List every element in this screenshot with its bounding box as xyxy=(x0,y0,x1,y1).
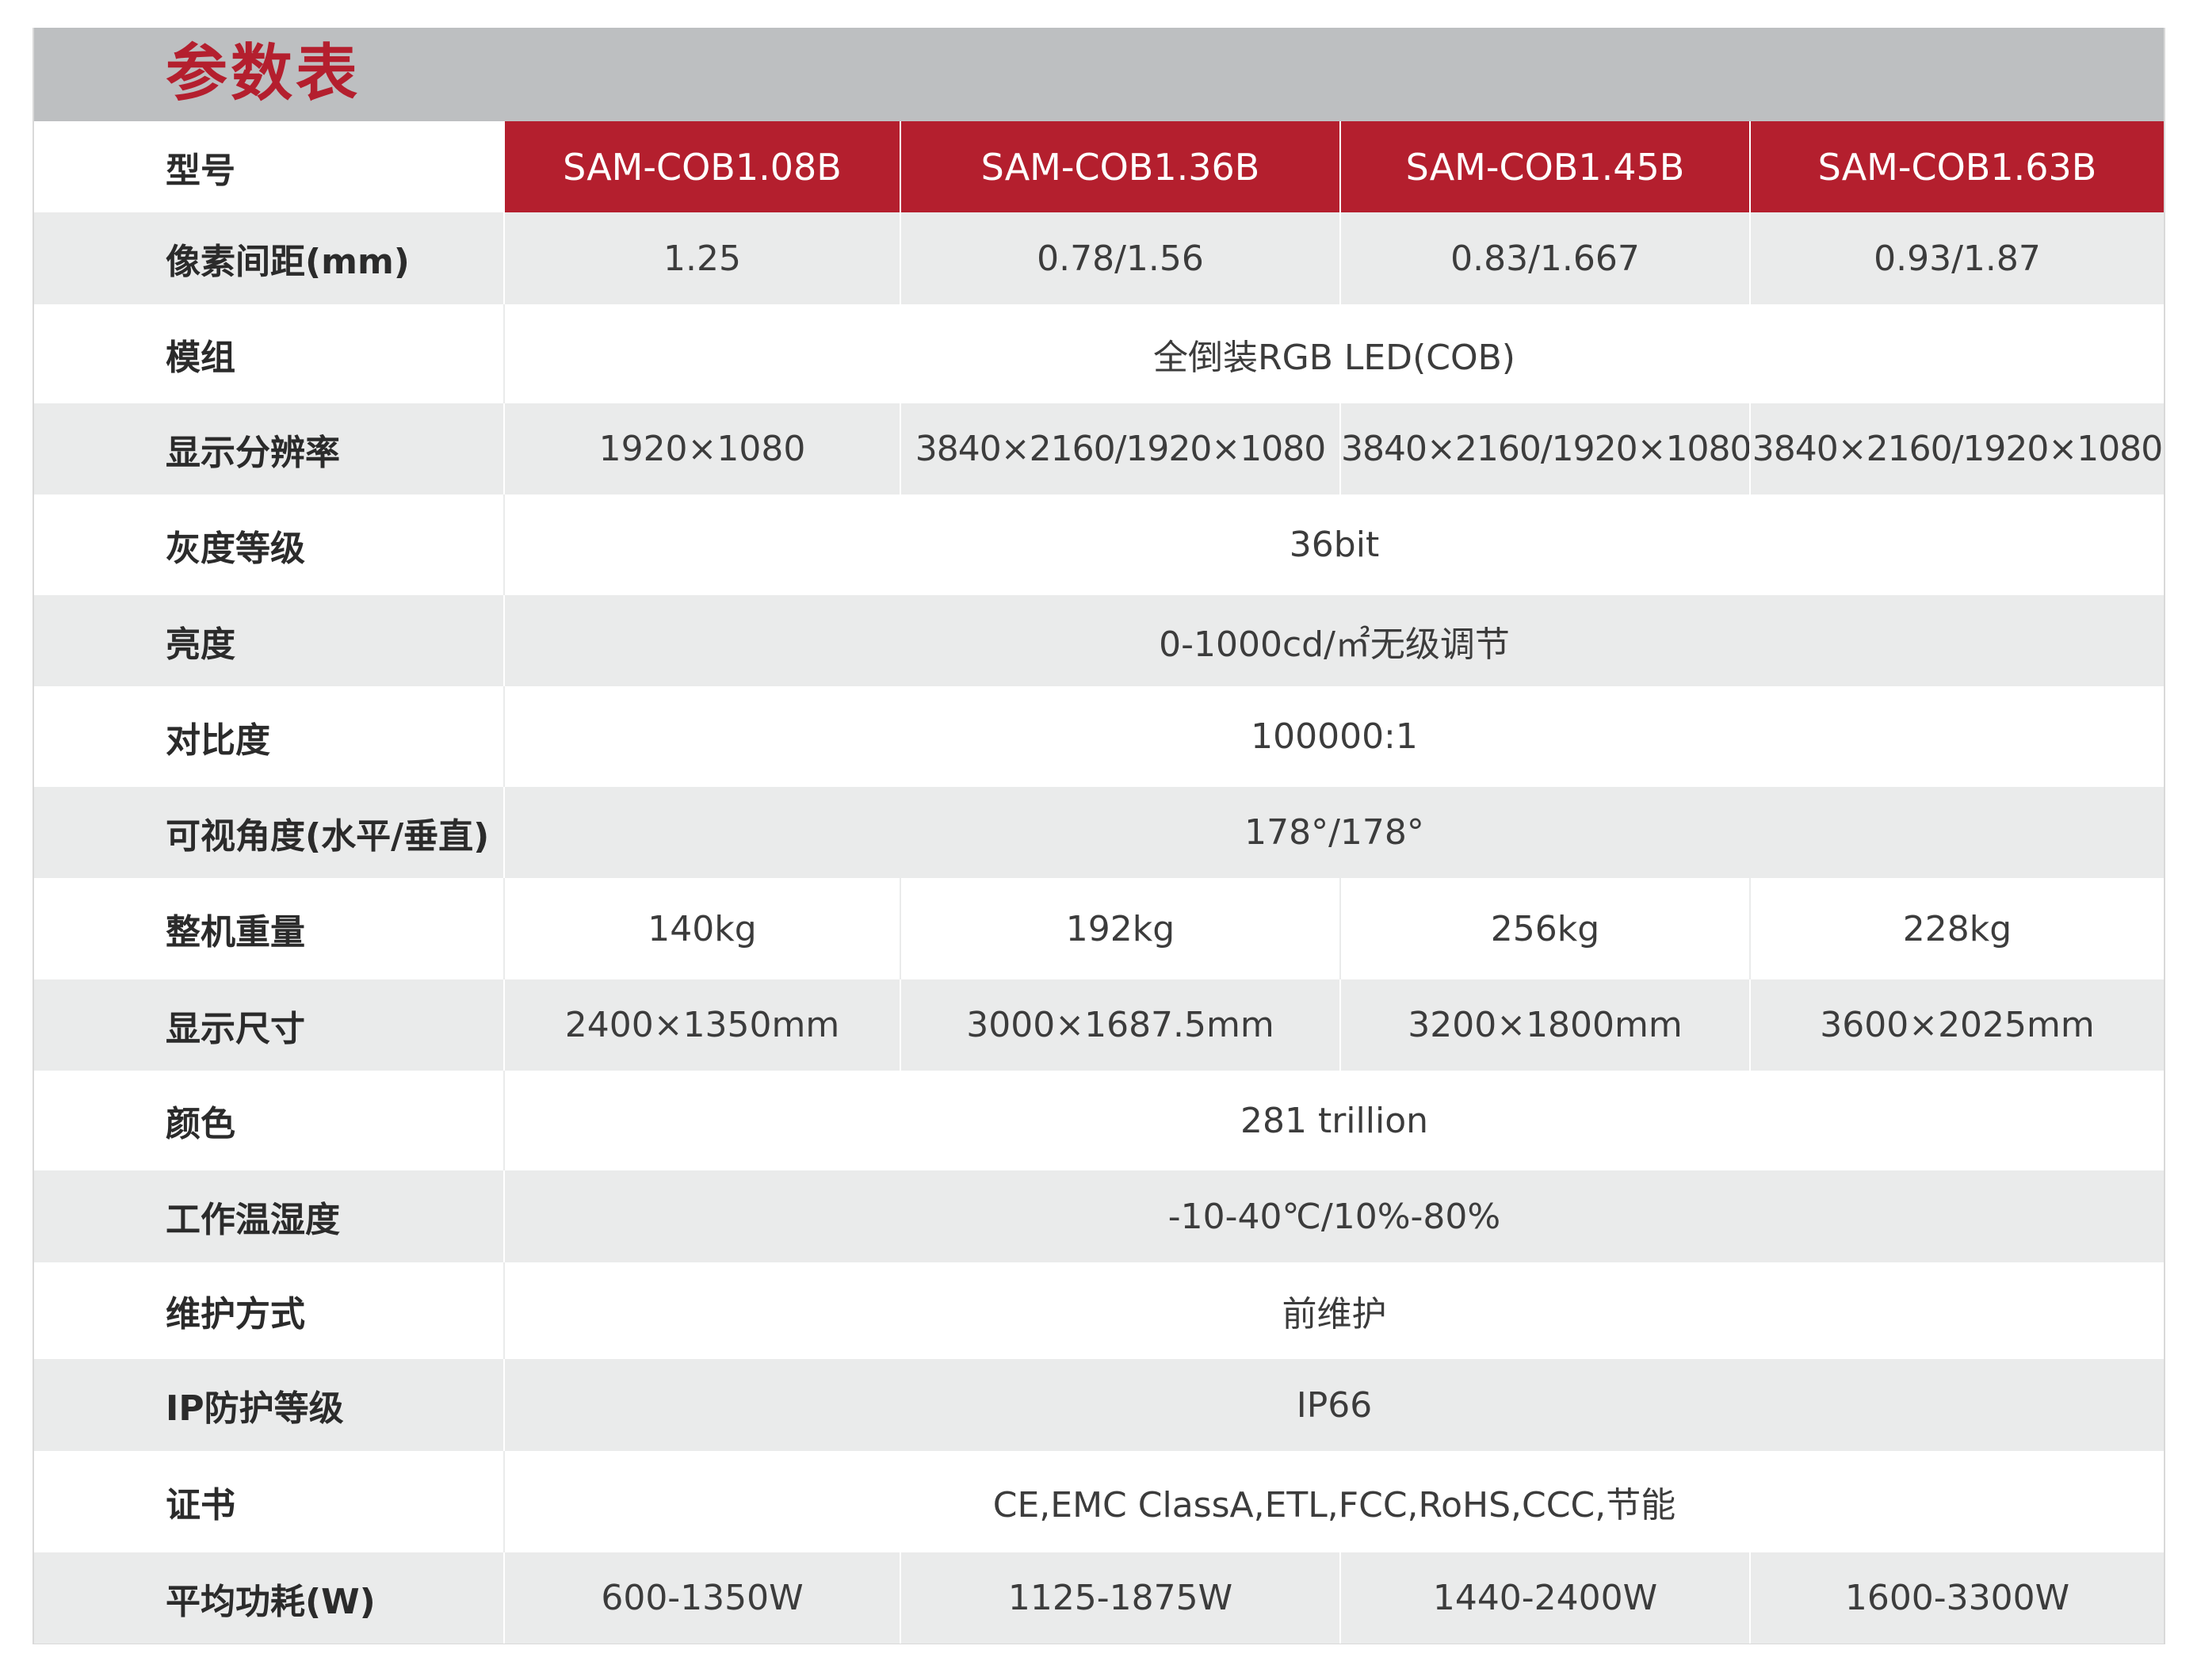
model-4: SAM-COB1.63B xyxy=(1749,121,2164,212)
table-row-maintenance: 维护方式 前维护 xyxy=(34,1262,2164,1359)
row-label: 维护方式 xyxy=(34,1262,504,1359)
table-row-grayscale: 灰度等级 36bit xyxy=(34,494,2164,595)
cell-value: 1920×1080 xyxy=(503,403,900,494)
row-label: 颜色 xyxy=(34,1071,504,1170)
model-1: SAM-COB1.08B xyxy=(503,121,900,212)
table-row-brightness: 亮度 0-1000cd/㎡无级调节 xyxy=(34,595,2164,686)
row-label: 对比度 xyxy=(34,686,504,787)
spec-sheet: 参数表 型号 SAM-COB1.08B SAM-COB1.36B SAM-COB… xyxy=(32,28,2165,1644)
cell-value: 全倒装RGB LED(COB) xyxy=(503,304,2164,403)
cell-value: 0.83/1.667 xyxy=(1339,212,1750,304)
table-row-power: 平均功耗(W) 600-1350W 1125-1875W 1440-2400W … xyxy=(34,1552,2164,1644)
cell-value: 0.93/1.87 xyxy=(1749,212,2164,304)
cell-value: 3840×2160/1920×1080 xyxy=(1339,403,1750,494)
cell-value: 2400×1350mm xyxy=(503,979,900,1071)
cell-value: 36bit xyxy=(503,494,2164,595)
cell-value: IP66 xyxy=(503,1359,2164,1451)
row-label: 灰度等级 xyxy=(34,494,504,595)
cell-value: 140kg xyxy=(503,878,900,979)
cell-value: 1.25 xyxy=(503,212,900,304)
cell-value: -10-40℃/10%-80% xyxy=(503,1170,2164,1262)
table-row-viewing-angle: 可视角度(水平/垂直) 178°/178° xyxy=(34,787,2164,878)
table-row-weight: 整机重量 140kg 192kg 256kg 228kg xyxy=(34,878,2164,979)
row-label: 显示分辨率 xyxy=(34,403,504,494)
row-label: 可视角度(水平/垂直) xyxy=(34,787,504,878)
table-row-certificates: 证书 CE,EMC ClassA,ETL,FCC,RoHS,CCC,节能 xyxy=(34,1451,2164,1552)
row-label: 证书 xyxy=(34,1451,504,1552)
cell-value: 0.78/1.56 xyxy=(900,212,1340,304)
row-label: 像素间距(mm) xyxy=(34,212,504,304)
spec-table: 型号 SAM-COB1.08B SAM-COB1.36B SAM-COB1.45… xyxy=(34,121,2164,1644)
cell-value: 3200×1800mm xyxy=(1339,979,1750,1071)
table-row-resolution: 显示分辨率 1920×1080 3840×2160/1920×1080 3840… xyxy=(34,403,2164,494)
cell-value: 1600-3300W xyxy=(1749,1552,2164,1644)
table-row-color: 颜色 281 trillion xyxy=(34,1071,2164,1170)
row-label: IP防护等级 xyxy=(34,1359,504,1451)
cell-value: 0-1000cd/㎡无级调节 xyxy=(503,595,2164,686)
row-label: 亮度 xyxy=(34,595,504,686)
cell-value: 256kg xyxy=(1339,878,1750,979)
page-title: 参数表 xyxy=(166,38,361,109)
cell-value: 228kg xyxy=(1749,878,2164,979)
table-row-contrast: 对比度 100000:1 xyxy=(34,686,2164,787)
row-label: 整机重量 xyxy=(34,878,504,979)
model-2: SAM-COB1.36B xyxy=(900,121,1340,212)
cell-value: 192kg xyxy=(900,878,1340,979)
table-row-module: 模组 全倒装RGB LED(COB) xyxy=(34,304,2164,403)
table-row-operating-env: 工作温湿度 -10-40℃/10%-80% xyxy=(34,1170,2164,1262)
cell-value: 600-1350W xyxy=(503,1552,900,1644)
cell-value: 3840×2160/1920×1080 xyxy=(1749,403,2164,494)
cell-value: CE,EMC ClassA,ETL,FCC,RoHS,CCC,节能 xyxy=(503,1451,2164,1552)
cell-value: 3600×2025mm xyxy=(1749,979,2164,1071)
row-label: 显示尺寸 xyxy=(34,979,504,1071)
table-header-row: 型号 SAM-COB1.08B SAM-COB1.36B SAM-COB1.45… xyxy=(34,121,2164,212)
cell-value: 1440-2400W xyxy=(1339,1552,1750,1644)
table-row-pixel-pitch: 像素间距(mm) 1.25 0.78/1.56 0.83/1.667 0.93/… xyxy=(34,212,2164,304)
table-row-ip-rating: IP防护等级 IP66 xyxy=(34,1359,2164,1451)
cell-value: 前维护 xyxy=(503,1262,2164,1359)
model-3: SAM-COB1.45B xyxy=(1339,121,1750,212)
cell-value: 178°/178° xyxy=(503,787,2164,878)
model-label: 型号 xyxy=(34,121,504,212)
row-label: 工作温湿度 xyxy=(34,1170,504,1262)
cell-value: 1125-1875W xyxy=(900,1552,1340,1644)
row-label: 平均功耗(W) xyxy=(34,1552,504,1644)
cell-value: 3000×1687.5mm xyxy=(900,979,1340,1071)
table-row-display-size: 显示尺寸 2400×1350mm 3000×1687.5mm 3200×1800… xyxy=(34,979,2164,1071)
cell-value: 100000:1 xyxy=(503,686,2164,787)
cell-value: 3840×2160/1920×1080 xyxy=(900,403,1340,494)
title-bar: 参数表 xyxy=(34,28,2164,121)
cell-value: 281 trillion xyxy=(503,1071,2164,1170)
row-label: 模组 xyxy=(34,304,504,403)
